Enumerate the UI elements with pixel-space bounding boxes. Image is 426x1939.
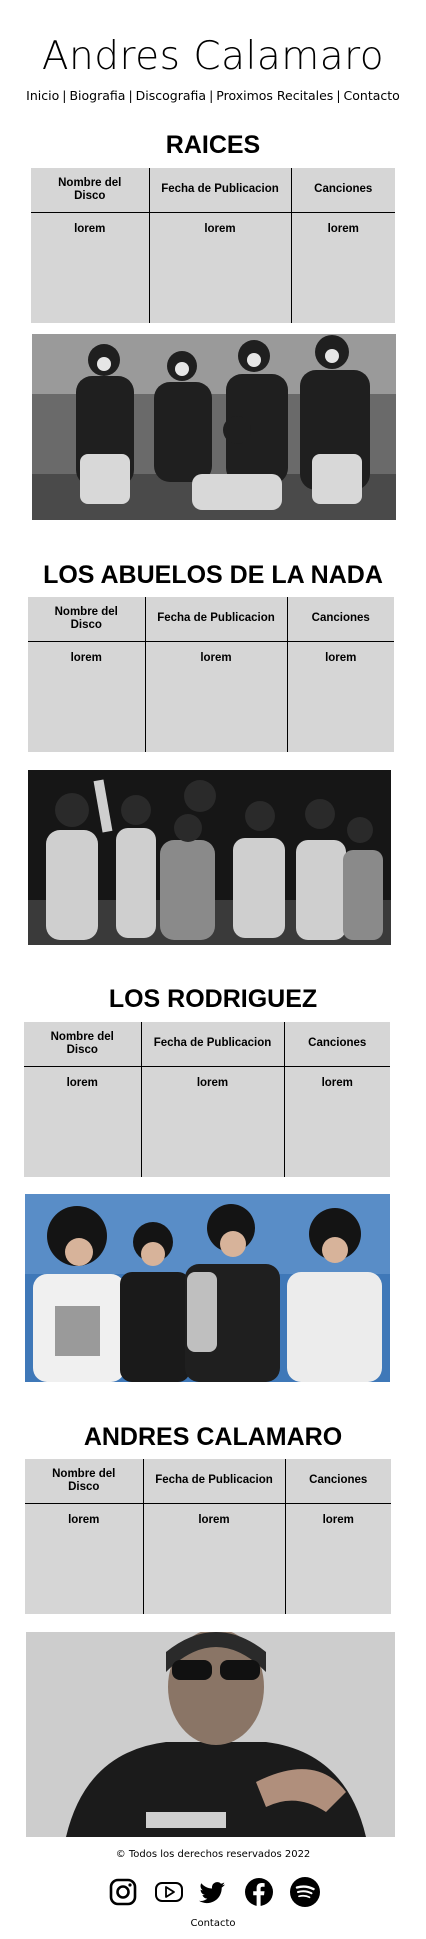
column-header-nombre: Nombre del Disco xyxy=(25,1459,143,1504)
column-header-fecha: Fecha de Publicacion xyxy=(144,597,287,642)
social-links xyxy=(107,1876,321,1908)
column-header-fecha: Fecha de Publicacion xyxy=(148,168,291,213)
copyright-text: © Todos los derechos reservados 2022 xyxy=(115,1849,311,1860)
discography-table-los-rodriguez: Nombre del Disco Fecha de Publicacion Ca… xyxy=(24,1022,390,1177)
table-row: lorem lorem lorem xyxy=(25,1503,391,1614)
section-title-raices: RAICES xyxy=(165,131,261,159)
twitter-icon[interactable] xyxy=(196,1876,228,1908)
table-cell: lorem xyxy=(74,222,106,235)
discography-table-andres-calamaro: Nombre del Disco Fecha de Publicacion Ca… xyxy=(25,1459,391,1614)
discography-table-raices: Nombre del Disco Fecha de Publicacion Ca… xyxy=(31,168,395,323)
table-cell: lorem xyxy=(284,1503,391,1614)
nav-link-inicio[interactable]: Inicio xyxy=(26,88,59,103)
nav-separator: | xyxy=(209,88,214,103)
nav-separator: | xyxy=(128,88,133,103)
youtube-icon[interactable] xyxy=(153,1876,185,1908)
nav-separator: | xyxy=(336,88,341,103)
section-title-los-abuelos-de-la-nada: LOS ABUELOS DE LA NADA xyxy=(43,561,383,589)
table-cell: lorem xyxy=(283,1066,390,1177)
main-nav: Inicio | Biografia | Discografia | Proximos Re… xyxy=(0,88,426,103)
table-cell: lorem xyxy=(66,1076,98,1089)
table-cell: lorem xyxy=(144,641,287,752)
nav-link-biografia[interactable]: Biografia xyxy=(69,88,125,103)
nav-link-discografia[interactable]: Discografia xyxy=(136,88,206,103)
column-header-fecha: Fecha de Publicacion xyxy=(142,1459,285,1504)
column-header-nombre: Nombre del Disco xyxy=(24,1022,141,1067)
column-header-nombre: Nombre del Disco xyxy=(28,597,145,642)
table-cell: lorem xyxy=(142,1503,285,1614)
site-title: Andres Calamaro xyxy=(41,34,385,79)
table-cell: lorem xyxy=(290,212,395,323)
column-header-canciones: Canciones xyxy=(284,1459,391,1504)
nav-link-contacto[interactable]: Contacto xyxy=(344,88,400,103)
facebook-icon[interactable] xyxy=(243,1876,275,1908)
table-cell: lorem xyxy=(68,1513,100,1526)
column-header-canciones: Canciones xyxy=(286,597,394,642)
column-header-canciones: Canciones xyxy=(290,168,395,213)
instagram-icon[interactable] xyxy=(107,1876,139,1908)
spotify-icon[interactable] xyxy=(289,1876,321,1908)
table-cell: lorem xyxy=(286,641,394,752)
table-row: lorem lorem lorem xyxy=(28,641,394,752)
table-row: lorem lorem lorem xyxy=(24,1066,390,1177)
band-photo-raices xyxy=(32,334,396,520)
column-header-nombre: Nombre del Disco xyxy=(31,168,149,213)
section-title-los-rodriguez: LOS RODRIGUEZ xyxy=(108,985,318,1013)
column-header-fecha: Fecha de Publicacion xyxy=(140,1022,284,1067)
table-cell: lorem xyxy=(70,651,102,664)
footer-contact-link[interactable]: Contacto xyxy=(0,1918,426,1929)
table-row: lorem lorem lorem xyxy=(31,212,395,323)
table-cell: lorem xyxy=(148,212,291,323)
band-photo-los-rodriguez xyxy=(25,1194,390,1382)
band-photo-los-abuelos xyxy=(28,770,391,945)
discography-table-los-abuelos: Nombre del Disco Fecha de Publicacion Ca… xyxy=(28,597,394,752)
table-cell: lorem xyxy=(140,1066,284,1177)
section-title-andres-calamaro: ANDRES CALAMARO xyxy=(83,1423,343,1451)
nav-separator: | xyxy=(62,88,67,103)
nav-link-proximos-recitales[interactable]: Proximos Recitales xyxy=(216,88,333,103)
column-header-canciones: Canciones xyxy=(283,1022,390,1067)
artist-photo-andres-calamaro xyxy=(26,1632,395,1837)
